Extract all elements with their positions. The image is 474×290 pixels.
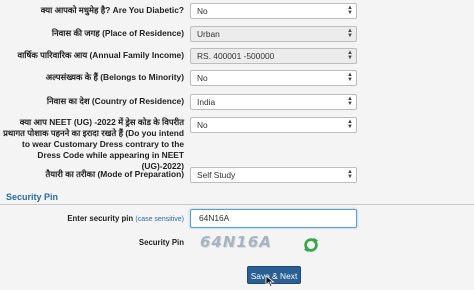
section-divider xyxy=(0,204,474,205)
select-caret-icon: ▲ ▼ xyxy=(347,169,353,180)
family-income-label: वार्षिक पारिवारिक आय (Annual Family Inco… xyxy=(17,50,184,60)
case-sensitive-hint: (case sensitive) xyxy=(135,216,184,223)
select-caret-icon: ▲ ▼ xyxy=(347,5,353,16)
diabetic-select[interactable]: No ▲ ▼ xyxy=(190,3,357,19)
family-income-select[interactable]: RS. 400001 -500000 ▲ ▼ xyxy=(190,48,357,64)
minority-label: अल्पसंख्यक के हैं (Belongs to Minority) xyxy=(45,72,184,82)
application-form: क्या आपको मधुमेह है? Are You Diabetic? N… xyxy=(0,0,474,290)
select-caret-icon: ▲ ▼ xyxy=(347,96,353,107)
select-caret-icon: ▲ ▼ xyxy=(347,50,353,61)
country-label: निवास का देश (Country of Residence) xyxy=(46,96,184,106)
diabetic-select-value: No xyxy=(197,6,208,16)
residence-place-select-value: Urban xyxy=(197,29,220,39)
minority-select-value: No xyxy=(197,73,208,83)
security-pin-input-value: 64N16A xyxy=(199,213,230,223)
customary-dress-select-value: No xyxy=(197,120,208,130)
customary-dress-select[interactable]: No ▲ ▼ xyxy=(190,117,357,133)
select-caret-icon: ▲ ▼ xyxy=(347,28,353,39)
captcha-image: 64N16A xyxy=(200,233,272,251)
diabetic-label: क्या आपको मधुमेह है? Are You Diabetic? xyxy=(40,5,184,15)
customary-dress-label: क्या आप NEET (UG) -2022 में ड्रेस कोड के… xyxy=(3,117,184,171)
family-income-select-value: RS. 400001 -500000 xyxy=(197,51,275,61)
select-caret-icon: ▲ ▼ xyxy=(347,72,353,83)
minority-select[interactable]: No ▲ ▼ xyxy=(190,70,357,86)
security-pin-input-label: Enter security pin (case sensitive) xyxy=(67,214,184,223)
mouse-cursor-icon xyxy=(265,275,275,287)
security-pin-input[interactable]: 64N16A xyxy=(190,209,357,228)
country-select-value: India xyxy=(197,97,216,107)
preparation-mode-select-value: Self Study xyxy=(197,170,236,180)
security-section-title: Security Pin xyxy=(6,192,59,202)
captcha-label: Security Pin xyxy=(138,238,184,247)
select-caret-icon: ▲ ▼ xyxy=(347,119,353,130)
country-select[interactable]: India ▲ ▼ xyxy=(190,94,357,110)
preparation-mode-label: तैयारी का तरीका (Mode of Preparation) xyxy=(45,169,185,179)
refresh-icon[interactable] xyxy=(302,236,320,254)
preparation-mode-select[interactable]: Self Study ▲ ▼ xyxy=(190,167,357,183)
residence-place-select[interactable]: Urban ▲ ▼ xyxy=(190,26,357,42)
security-pin-label-text: Enter security pin xyxy=(67,214,134,223)
residence-place-label: निवास की जगह (Place of Residence) xyxy=(51,28,184,38)
